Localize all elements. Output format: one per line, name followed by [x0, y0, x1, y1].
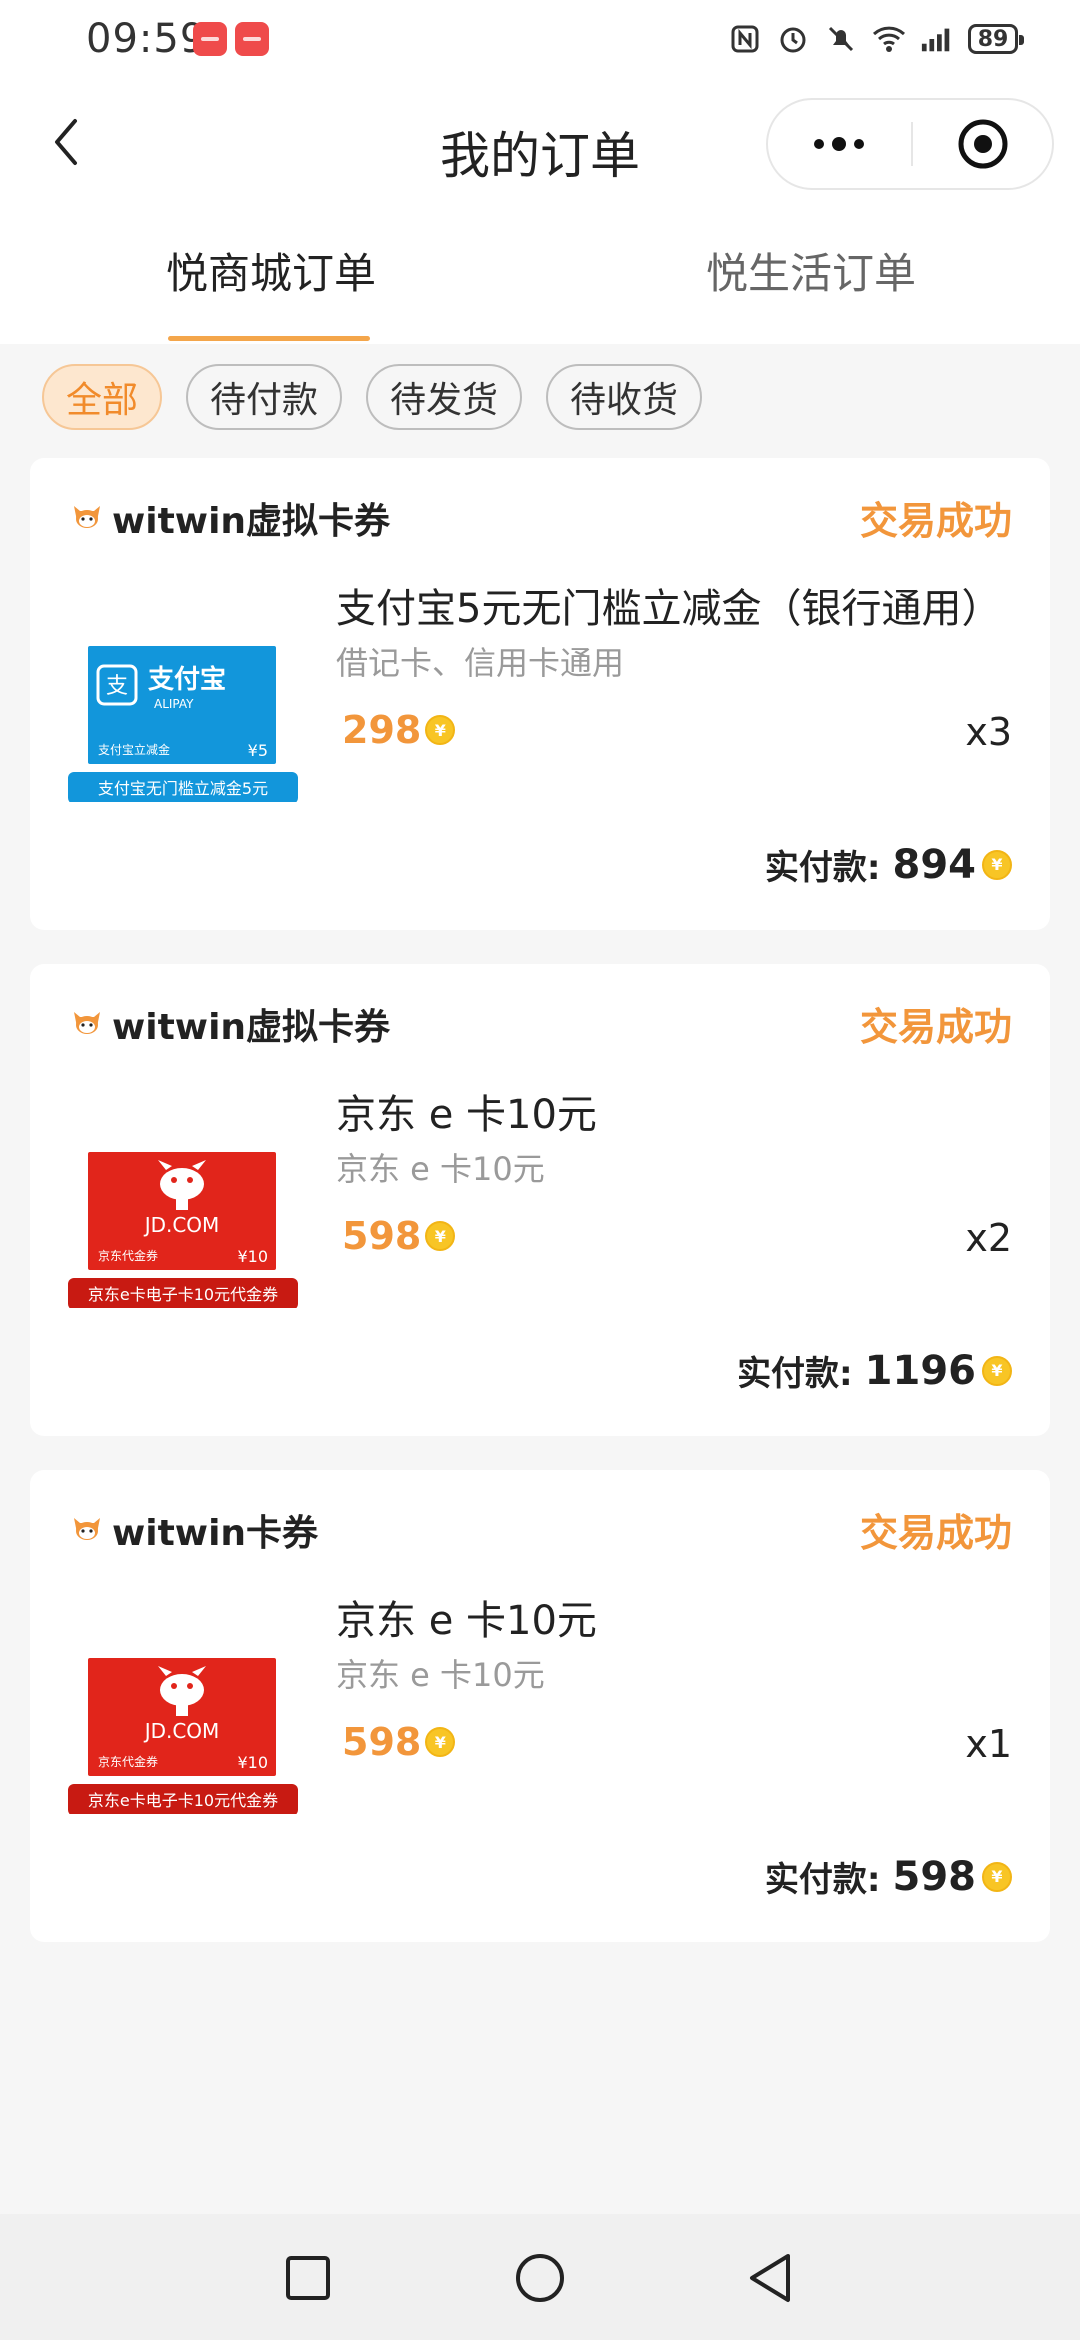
total-row: 实付款: 1196 ¥: [737, 1346, 1012, 1395]
status-filters: 全部 待付款 待发货 待收货: [42, 364, 703, 430]
total-value: 598: [892, 1853, 977, 1900]
order-card[interactable]: witwin虚拟卡券 交易成功 JD.COM 京东代金券 ¥10 京东e卡电子卡…: [30, 964, 1050, 1436]
product-image-jd[interactable]: JD.COM 京东代金券 ¥10 京东e卡电子卡10元代金券: [68, 1122, 298, 1308]
close-button[interactable]: [912, 100, 1054, 188]
unit-price: 598: [342, 1720, 422, 1764]
product-subtitle: 京东 e 卡10元: [336, 1656, 545, 1694]
alipay-logo-icon: 支: [106, 674, 128, 699]
image-caption: 京东代金券: [98, 1754, 158, 1769]
product-title[interactable]: 京东 e 卡10元: [336, 1082, 597, 1140]
image-value: ¥10: [237, 1247, 268, 1266]
mute-icon: [824, 22, 858, 56]
image-ribbon: 京东e卡电子卡10元代金券: [88, 1791, 278, 1810]
image-value: ¥5: [248, 741, 268, 760]
price-row: 598 ¥: [342, 1720, 456, 1764]
quantity: x3: [965, 710, 1012, 754]
status-icons: 89: [728, 22, 1024, 56]
filter-all[interactable]: 全部: [42, 364, 163, 430]
nav-home-icon: [516, 2254, 564, 2302]
image-caption: 京东代金券: [98, 1248, 158, 1263]
quantity: x2: [965, 1216, 1012, 1260]
mini-program-capsule: [766, 98, 1054, 190]
status-bar: 09:59 89: [0, 0, 1080, 84]
product-subtitle: 借记卡、信用卡通用: [336, 644, 625, 682]
huawei-app-icon: [235, 22, 269, 56]
nav-home-button[interactable]: [512, 2250, 568, 2306]
filter-pending-receipt[interactable]: 待收货: [546, 364, 703, 430]
coin-icon: ¥: [425, 1727, 456, 1757]
product-title[interactable]: 支付宝5元无门槛立减金（银行通用）: [336, 576, 1001, 634]
product-title[interactable]: 京东 e 卡10元: [336, 1588, 597, 1646]
order-status: 交易成功: [859, 1005, 1012, 1049]
alarm-icon: [776, 22, 810, 56]
wifi-icon: [872, 22, 906, 56]
image-caption: 支付宝立减金: [98, 742, 170, 757]
coin-icon: ¥: [425, 715, 456, 745]
image-ribbon: 支付宝无门槛立减金5元: [98, 779, 268, 798]
nav-header: 我的订单: [0, 84, 1080, 208]
total-value: 894: [892, 841, 977, 888]
nav-recents-button[interactable]: [280, 2250, 336, 2306]
close-circle-icon: [958, 119, 1008, 169]
product-image-jd[interactable]: JD.COM 京东代金券 ¥10 京东e卡电子卡10元代金券: [68, 1628, 298, 1814]
filter-pending-payment[interactable]: 待付款: [186, 364, 343, 430]
nav-back-icon: [750, 2254, 790, 2302]
image-brand-en: JD.COM: [143, 1719, 220, 1743]
price-row: 598 ¥: [342, 1214, 456, 1258]
shop-mascot-icon: [74, 506, 100, 528]
price-row: 298 ¥: [342, 708, 456, 752]
nav-recents-icon: [286, 2256, 330, 2300]
image-value: ¥10: [237, 1753, 268, 1772]
nav-back-button[interactable]: [742, 2250, 798, 2306]
total-label: 实付款:: [764, 848, 881, 888]
filter-pending-shipment[interactable]: 待发货: [366, 364, 523, 430]
tab-mall-orders[interactable]: 悦商城订单: [166, 240, 376, 301]
product-image-alipay[interactable]: 支 支付宝 ALIPAY 支付宝立减金 ¥5 支付宝无门槛立减金5元: [68, 616, 298, 802]
unit-price: 298: [342, 708, 422, 752]
shop-mascot-icon: [74, 1012, 100, 1034]
coin-icon: ¥: [425, 1221, 456, 1251]
coin-icon: ¥: [982, 1861, 1012, 1892]
image-brand: 支付宝: [148, 664, 226, 695]
quantity: x1: [965, 1722, 1012, 1766]
coin-icon: ¥: [982, 849, 1012, 880]
status-time: 09:59: [86, 16, 207, 62]
image-ribbon: 京东e卡电子卡10元代金券: [88, 1285, 278, 1304]
nfc-icon: [728, 22, 762, 56]
order-status: 交易成功: [859, 1511, 1012, 1555]
product-subtitle: 京东 e 卡10元: [336, 1150, 545, 1188]
total-row: 实付款: 894 ¥: [765, 840, 1012, 889]
total-label: 实付款:: [737, 1354, 853, 1394]
total-row: 实付款: 598 ¥: [765, 1852, 1012, 1901]
shop-name: witwin虚拟卡券: [112, 1007, 391, 1048]
system-nav-bar: [0, 2214, 1080, 2340]
shop-name: witwin虚拟卡券: [112, 501, 391, 542]
huawei-app-icon: [193, 22, 227, 56]
image-brand-en: ALIPAY: [154, 697, 194, 711]
active-tab-underline: [168, 336, 370, 341]
order-card[interactable]: witwin虚拟卡券 交易成功 支 支付宝 ALIPAY 支付宝立减金 ¥5 支…: [30, 458, 1050, 930]
more-dots-icon: [814, 137, 864, 151]
signal-icon: [920, 22, 954, 56]
order-tabs: 悦商城订单 悦生活订单: [0, 208, 1080, 344]
order-status: 交易成功: [859, 499, 1012, 543]
shop-mascot-icon: [74, 1518, 100, 1540]
tab-life-orders[interactable]: 悦生活订单: [706, 240, 916, 301]
order-card[interactable]: witwin卡券 交易成功 JD.COM 京东代金券 ¥10 京东e卡电子卡10…: [30, 1470, 1050, 1942]
shop-name: witwin卡券: [112, 1513, 319, 1554]
unit-price: 598: [342, 1214, 422, 1258]
image-brand-en: JD.COM: [143, 1213, 220, 1237]
total-label: 实付款:: [764, 1860, 881, 1900]
notification-icons: [193, 22, 269, 56]
battery-indicator: 89: [968, 24, 1024, 54]
coin-icon: ¥: [982, 1355, 1012, 1386]
total-value: 1196: [864, 1347, 976, 1394]
more-button[interactable]: [768, 100, 910, 188]
